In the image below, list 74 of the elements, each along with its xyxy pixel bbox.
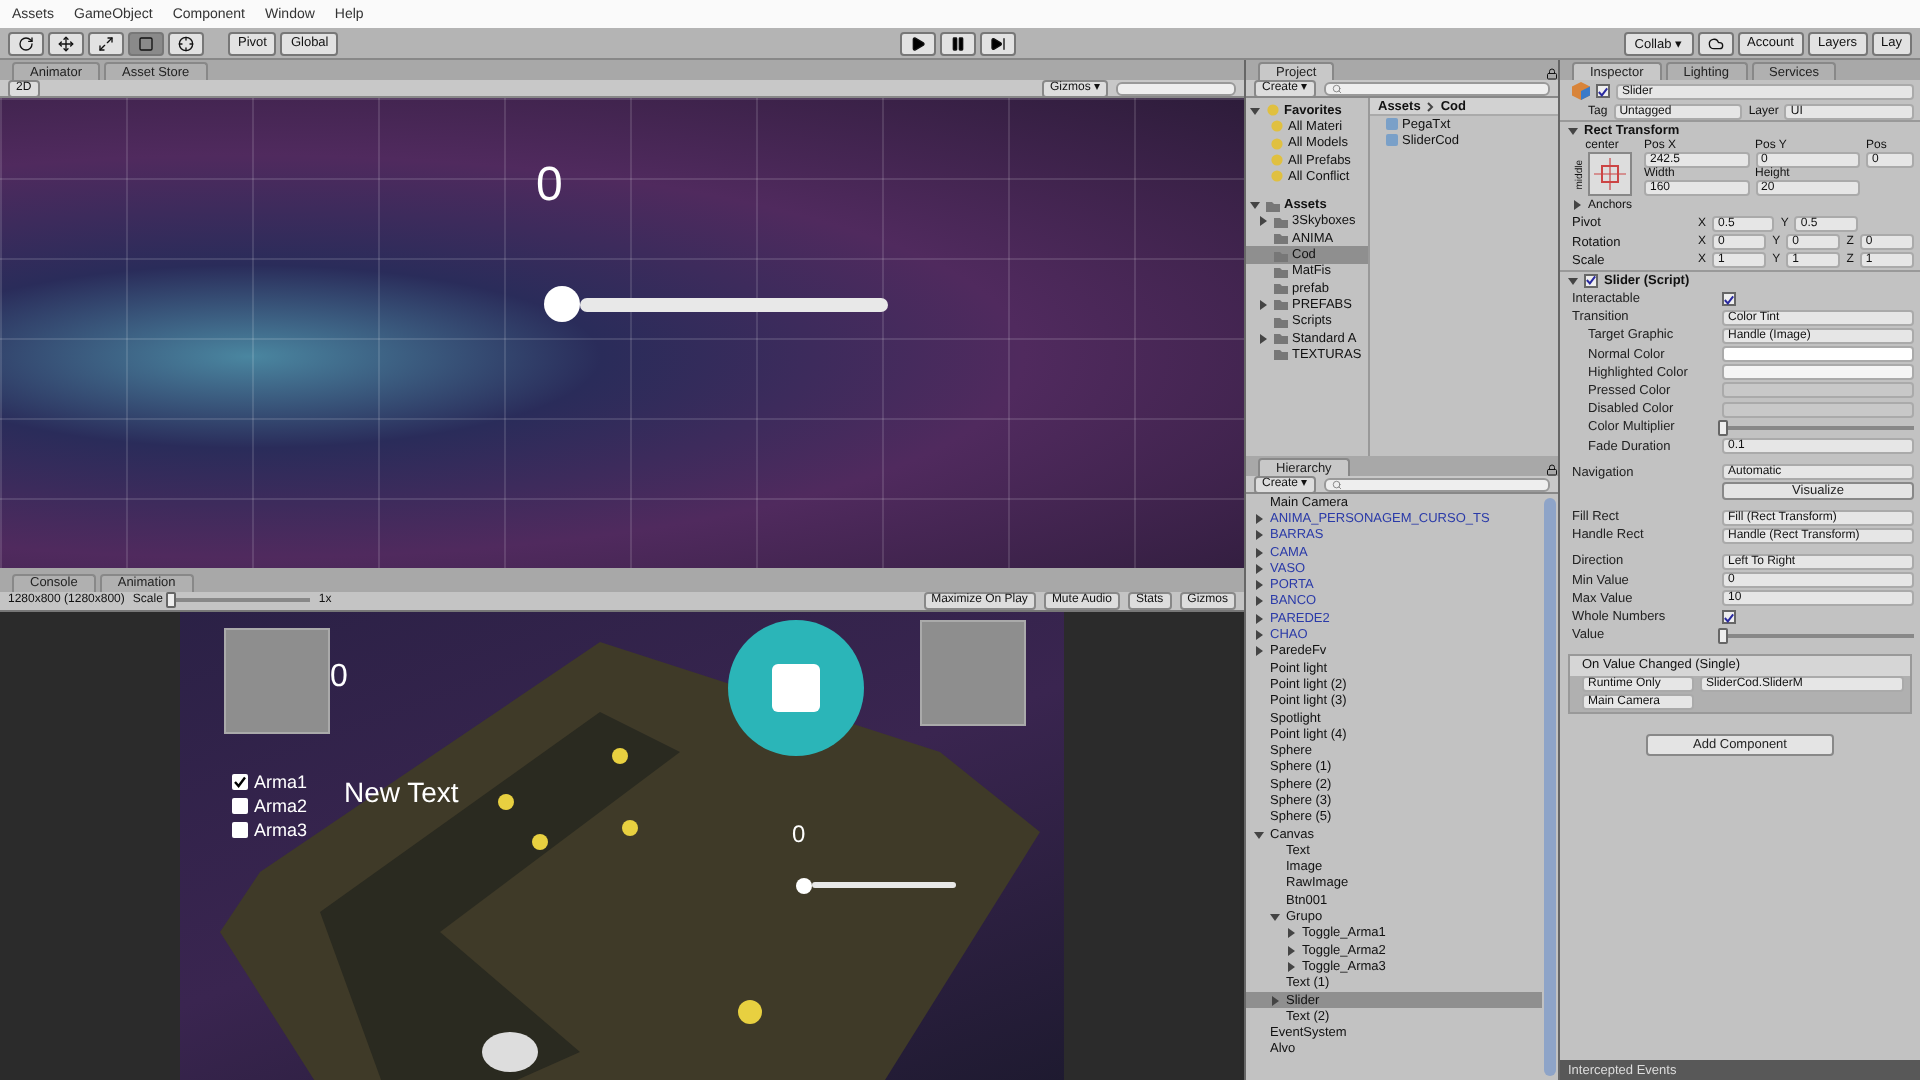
collapsed-arrow-icon[interactable] <box>1254 596 1264 607</box>
collapsed-arrow-icon[interactable] <box>1270 995 1280 1006</box>
expanded-arrow-icon[interactable] <box>1568 126 1578 137</box>
search-field[interactable] <box>1323 477 1550 491</box>
search-field[interactable] <box>1323 81 1550 95</box>
weapon-toggle[interactable]: Arma2 <box>232 795 308 815</box>
color-field[interactable] <box>1722 346 1914 363</box>
collapsed-arrow-icon[interactable] <box>1258 299 1268 310</box>
expanded-arrow-icon[interactable] <box>1250 200 1260 211</box>
expanded-arrow-icon[interactable] <box>1270 912 1280 923</box>
color-field[interactable] <box>1722 401 1914 418</box>
collapsed-arrow-icon[interactable] <box>1254 513 1264 524</box>
lock-icon <box>1546 68 1558 80</box>
checkbox[interactable] <box>1722 610 1736 625</box>
weapon-toggle[interactable]: Arma1 <box>232 771 308 791</box>
chevron-icon <box>1426 101 1435 111</box>
scale-icon[interactable] <box>88 31 124 55</box>
search-icon <box>1331 479 1342 489</box>
checkmark-icon <box>234 775 246 787</box>
collapsed-arrow-icon[interactable] <box>1258 333 1268 343</box>
enabled-checkbox[interactable] <box>1584 273 1598 288</box>
slider-thumb[interactable] <box>166 592 177 608</box>
collapsed-arrow-icon[interactable] <box>1254 613 1264 624</box>
checkbox[interactable] <box>232 773 248 789</box>
image-placeholder <box>920 619 1026 725</box>
move-icon[interactable] <box>48 31 84 55</box>
slider-thumb[interactable] <box>1718 419 1728 436</box>
rect-tool-icon[interactable] <box>128 31 164 55</box>
step-icon[interactable] <box>980 31 1017 55</box>
slider-handle[interactable] <box>544 286 580 322</box>
collapsed-arrow-icon[interactable] <box>1254 646 1264 657</box>
checkbox[interactable] <box>1722 292 1736 307</box>
weapon-toggle[interactable]: Arma3 <box>232 819 308 839</box>
expanded-arrow-icon[interactable] <box>1568 275 1578 286</box>
checkbox[interactable] <box>232 821 248 837</box>
stop-icon <box>772 663 820 711</box>
checkmark-icon <box>1724 611 1734 624</box>
score-text: 0 <box>330 659 348 695</box>
collapsed-arrow-icon[interactable] <box>1286 928 1296 939</box>
new-text-label: New Text <box>344 775 459 807</box>
image-placeholder <box>224 627 330 733</box>
collapsed-arrow-icon[interactable] <box>1286 961 1296 972</box>
anchor-preset-icon[interactable] <box>1587 152 1631 197</box>
collapsed-arrow-icon[interactable] <box>1254 547 1264 558</box>
slider-value-text: 0 <box>792 819 806 847</box>
checkmark-icon <box>1598 85 1608 97</box>
slider[interactable] <box>796 877 956 893</box>
checkbox[interactable] <box>232 797 248 813</box>
color-field[interactable] <box>1722 382 1914 399</box>
checkmark-icon <box>1586 274 1596 287</box>
lock-icon <box>1546 464 1558 476</box>
color-field[interactable] <box>1722 364 1914 381</box>
play-icon[interactable] <box>900 31 937 55</box>
collapsed-arrow-icon[interactable] <box>1258 216 1268 227</box>
expanded-arrow-icon[interactable] <box>1254 829 1264 840</box>
expanded-arrow-icon[interactable] <box>1250 105 1260 116</box>
rotate-icon[interactable] <box>8 31 44 55</box>
collapsed-arrow-icon[interactable] <box>1254 530 1264 541</box>
scrollbar[interactable] <box>1544 498 1556 1076</box>
pause-icon[interactable] <box>940 31 977 55</box>
slider-thumb[interactable] <box>1718 627 1728 644</box>
active-checkbox[interactable] <box>1596 84 1610 98</box>
slider[interactable] <box>544 286 888 322</box>
collapsed-arrow-icon[interactable] <box>1254 630 1264 641</box>
collapsed-arrow-icon[interactable] <box>1572 200 1582 211</box>
cube-icon <box>1572 82 1590 100</box>
cloud-icon[interactable] <box>1697 31 1733 55</box>
checkmark-icon <box>1724 293 1734 306</box>
search-icon <box>1331 83 1342 93</box>
search-field[interactable] <box>1116 81 1236 95</box>
collapsed-arrow-icon[interactable] <box>1254 563 1264 574</box>
collapsed-arrow-icon[interactable] <box>1254 580 1264 591</box>
score-text: 0 <box>536 158 563 214</box>
collapsed-arrow-icon[interactable] <box>1286 945 1296 956</box>
